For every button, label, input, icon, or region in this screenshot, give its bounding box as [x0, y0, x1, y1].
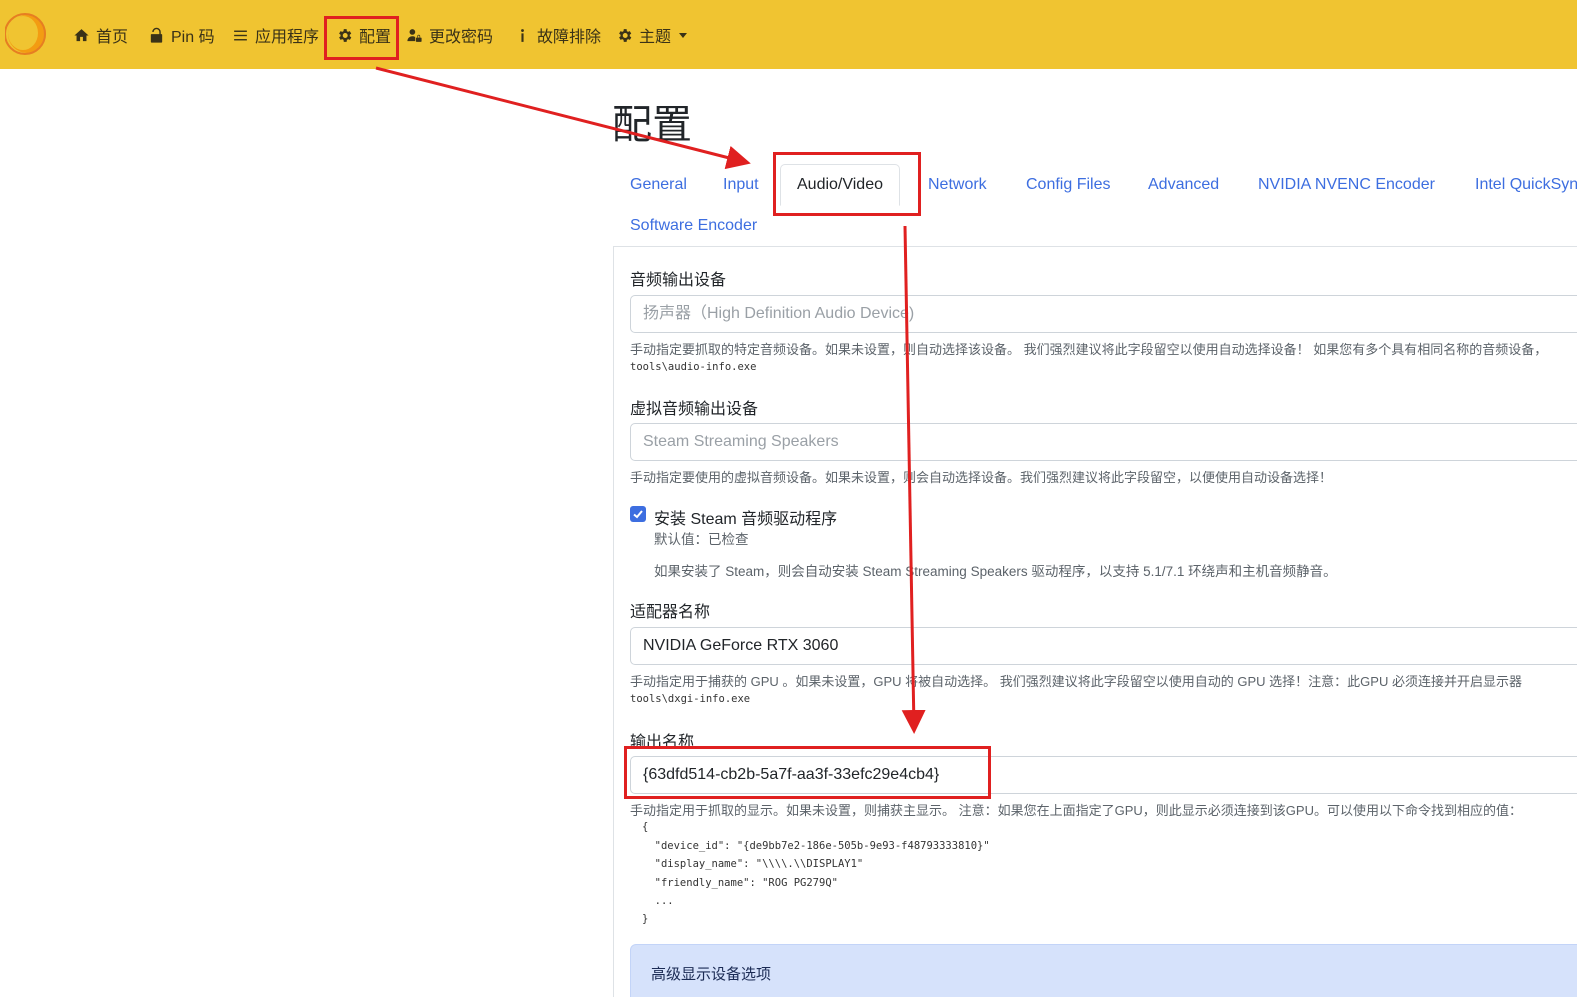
nav-config[interactable]: 配置: [336, 22, 391, 48]
adapter-input[interactable]: [630, 627, 1577, 665]
nav-apps[interactable]: 应用程序: [232, 22, 319, 48]
virtual-sink-label: 虚拟音频输出设备: [630, 401, 759, 418]
page-title: 配置: [612, 102, 692, 148]
tab-audio-video[interactable]: Audio/Video: [780, 164, 900, 206]
nav-password-label: 更改密码: [429, 29, 494, 46]
list-icon: [234, 30, 247, 40]
advanced-display-panel[interactable]: 高级显示设备选项: [630, 944, 1577, 997]
info-icon: [521, 28, 524, 42]
audio-sink-label: 音频输出设备: [630, 272, 727, 289]
install-steam-default: 默认值：已检查: [654, 532, 749, 547]
output-input[interactable]: [630, 756, 1577, 794]
unlock-icon: [150, 27, 163, 43]
virtual-sink-input[interactable]: [630, 423, 1577, 461]
code-line: "device_id": "{de9bb7e2-186e-505b-9e93-f…: [642, 840, 990, 852]
audio-sink-input[interactable]: [630, 295, 1577, 333]
nav-theme-label: 主题: [639, 29, 672, 46]
tab-network[interactable]: Network: [928, 176, 987, 194]
nav-config-label: 配置: [359, 29, 392, 46]
gear-icon: [339, 28, 352, 42]
nav-pin-label: Pin 码: [171, 29, 215, 46]
audio-sink-tool: tools\audio-info.exe: [630, 361, 757, 373]
nav-troubleshoot-label: 故障排除: [537, 29, 602, 46]
user-lock-icon: [407, 28, 422, 42]
nav-pin[interactable]: Pin 码: [148, 22, 215, 48]
home-icon: [74, 28, 89, 41]
install-steam-label[interactable]: 安装 Steam 音频驱动程序: [654, 505, 837, 529]
tab-input[interactable]: Input: [723, 176, 759, 194]
adapter-label: 适配器名称: [630, 604, 711, 621]
nav-home[interactable]: 首页: [73, 22, 128, 48]
output-label: 输出名称: [630, 734, 695, 751]
adapter-tool: tools\dxgi-info.exe: [630, 693, 751, 705]
tab-config-files[interactable]: Config Files: [1026, 176, 1110, 194]
tab-advanced[interactable]: Advanced: [1148, 176, 1219, 194]
code-line: }: [642, 913, 649, 925]
tab-nvenc[interactable]: NVIDIA NVENC Encoder: [1258, 176, 1435, 194]
nav-apps-label: 应用程序: [255, 29, 320, 46]
tab-general[interactable]: General: [630, 176, 687, 194]
audio-sink-help: 手动指定要抓取的特定音频设备。如果未设置，则自动选择该设备。 我们强烈建议将此字…: [630, 342, 1548, 357]
code-line: "display_name": "\\\\.\\DISPLAY1": [642, 858, 864, 870]
nav-theme-dropdown[interactable]: 主题: [616, 22, 688, 48]
nav-password[interactable]: 更改密码: [406, 22, 493, 48]
tab-software-encoder[interactable]: Software Encoder: [630, 217, 757, 235]
logo-icon[interactable]: [5, 11, 48, 56]
advanced-display-label: 高级显示设备选项: [651, 966, 772, 983]
caret-down-icon: [679, 32, 688, 38]
check-icon: [633, 510, 643, 519]
nav-home-label: 首页: [96, 29, 129, 46]
install-steam-help: 如果安装了 Steam，则会自动安装 Steam Streaming Speak…: [654, 564, 1337, 579]
nav-troubleshoot[interactable]: 故障排除: [514, 22, 601, 48]
tab-quicksync[interactable]: Intel QuickSync: [1475, 176, 1577, 194]
output-help: 手动指定用于抓取的显示。如果未设置，则捕获主显示。 注意：如果您在上面指定了GP…: [630, 803, 1522, 818]
install-steam-checkbox[interactable]: [630, 506, 646, 522]
virtual-sink-help: 手动指定要使用的虚拟音频设备。如果未设置，则会自动选择设备。我们强烈建议将此字段…: [630, 470, 1333, 485]
code-line: "friendly_name": "ROG PG279Q": [642, 877, 838, 889]
code-line: {: [642, 821, 649, 833]
gear-icon: [619, 28, 632, 42]
adapter-help: 手动指定用于捕获的 GPU 。如果未设置，GPU 将被自动选择。 我们强烈建议将…: [630, 674, 1522, 689]
code-line: ...: [642, 895, 674, 907]
